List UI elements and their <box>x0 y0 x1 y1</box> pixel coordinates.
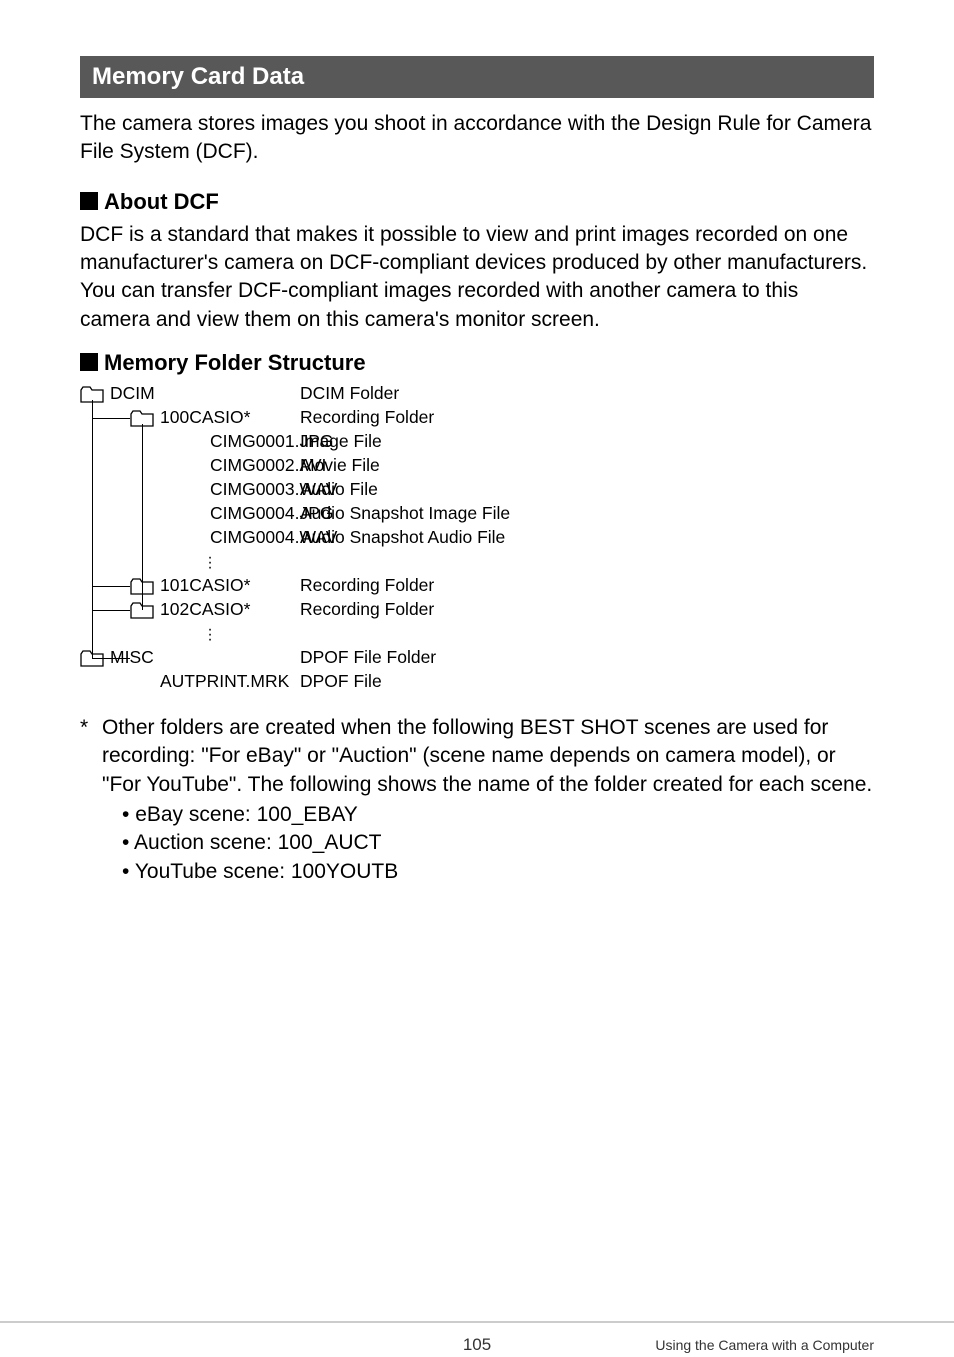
asterisk-icon: * <box>244 577 251 595</box>
section-title: Memory Card Data <box>92 63 304 90</box>
tree-item-name: AUTPRINT.MRK <box>160 673 289 691</box>
tree-item-desc: Audio File <box>300 481 378 499</box>
footnote: * Other folders are created when the fol… <box>80 714 874 886</box>
tree-row: ··· <box>80 622 874 646</box>
folder-structure-heading-text: Memory Folder Structure <box>104 350 366 375</box>
tree-item-name: 101CASIO <box>160 577 244 595</box>
tree-item-name: DCIM <box>110 385 155 403</box>
tree-connector-line <box>92 658 93 659</box>
footnote-item: eBay scene: 100_EBAY <box>122 801 874 829</box>
tree-connector-line <box>92 400 93 658</box>
tree-item-desc: Recording Folder <box>300 601 434 619</box>
tree-connector-line <box>142 424 143 610</box>
about-dcf-body: DCF is a standard that makes it possible… <box>80 221 874 334</box>
tree-item-desc: Audio Snapshot Audio File <box>300 529 505 547</box>
asterisk-icon: * <box>244 409 251 427</box>
tree-connector-line <box>92 586 130 587</box>
tree-row: CIMG0003.WAVAudio File <box>80 478 874 502</box>
tree-item-name: 102CASIO <box>160 601 244 619</box>
footnote-lead: Other folders are created when the follo… <box>102 714 874 799</box>
tree-item-name: 100CASIO <box>160 409 244 427</box>
about-dcf-heading-text: About DCF <box>104 189 219 214</box>
tree-row: CIMG0004.WAVAudio Snapshot Audio File <box>80 526 874 550</box>
vertical-ellipsis-icon: ··· <box>180 627 240 642</box>
footnote-item: Auction scene: 100_AUCT <box>122 829 874 857</box>
folder-tree: DCIM DCIM Folder 100CASIO * Recording Folde… <box>80 382 874 694</box>
page-footer: 105 Using the Camera with a Computer <box>0 1321 954 1333</box>
section-title-bar: Memory Card Data <box>80 56 874 98</box>
intro-paragraph: The camera stores images you shoot in ac… <box>80 110 874 167</box>
tree-connector-line <box>92 418 130 419</box>
chapter-name: Using the Camera with a Computer <box>655 1337 874 1353</box>
about-dcf-heading: About DCF <box>80 189 874 215</box>
asterisk-icon: * <box>244 601 251 619</box>
tree-item-desc: Recording Folder <box>300 577 434 595</box>
tree-row: 100CASIO * Recording Folder <box>80 406 874 430</box>
tree-row: MISCDPOF File Folder <box>80 646 874 670</box>
tree-item-desc: DPOF File Folder <box>300 649 436 667</box>
tree-item-desc: Movie File <box>300 457 380 475</box>
tree-row: DCIM DCIM Folder <box>80 382 874 406</box>
square-bullet-icon <box>80 353 98 371</box>
tree-connector-line <box>92 658 130 659</box>
tree-item-desc: Recording Folder <box>300 409 434 427</box>
asterisk-icon: * <box>80 714 102 799</box>
tree-row: AUTPRINT.MRK DPOF File <box>80 670 874 694</box>
tree-row: ··· <box>80 550 874 574</box>
tree-item-desc: Audio Snapshot Image File <box>300 505 510 523</box>
tree-item-desc: DCIM Folder <box>300 385 399 403</box>
square-bullet-icon <box>80 192 98 210</box>
tree-row: CIMG0001.JPGImage File <box>80 430 874 454</box>
tree-row: CIMG0002.AVIMovie File <box>80 454 874 478</box>
tree-item-desc: DPOF File <box>300 673 382 691</box>
folder-structure-heading: Memory Folder Structure <box>80 350 874 376</box>
tree-connector-line <box>92 610 130 611</box>
tree-row: 101CASIO * Recording Folder <box>80 574 874 598</box>
vertical-ellipsis-icon: ··· <box>180 555 240 570</box>
tree-row: CIMG0004.JPGAudio Snapshot Image File <box>80 502 874 526</box>
tree-item-desc: Image File <box>300 433 382 451</box>
tree-row: 102CASIO * Recording Folder <box>80 598 874 622</box>
footnote-item: YouTube scene: 100YOUTB <box>122 858 874 886</box>
